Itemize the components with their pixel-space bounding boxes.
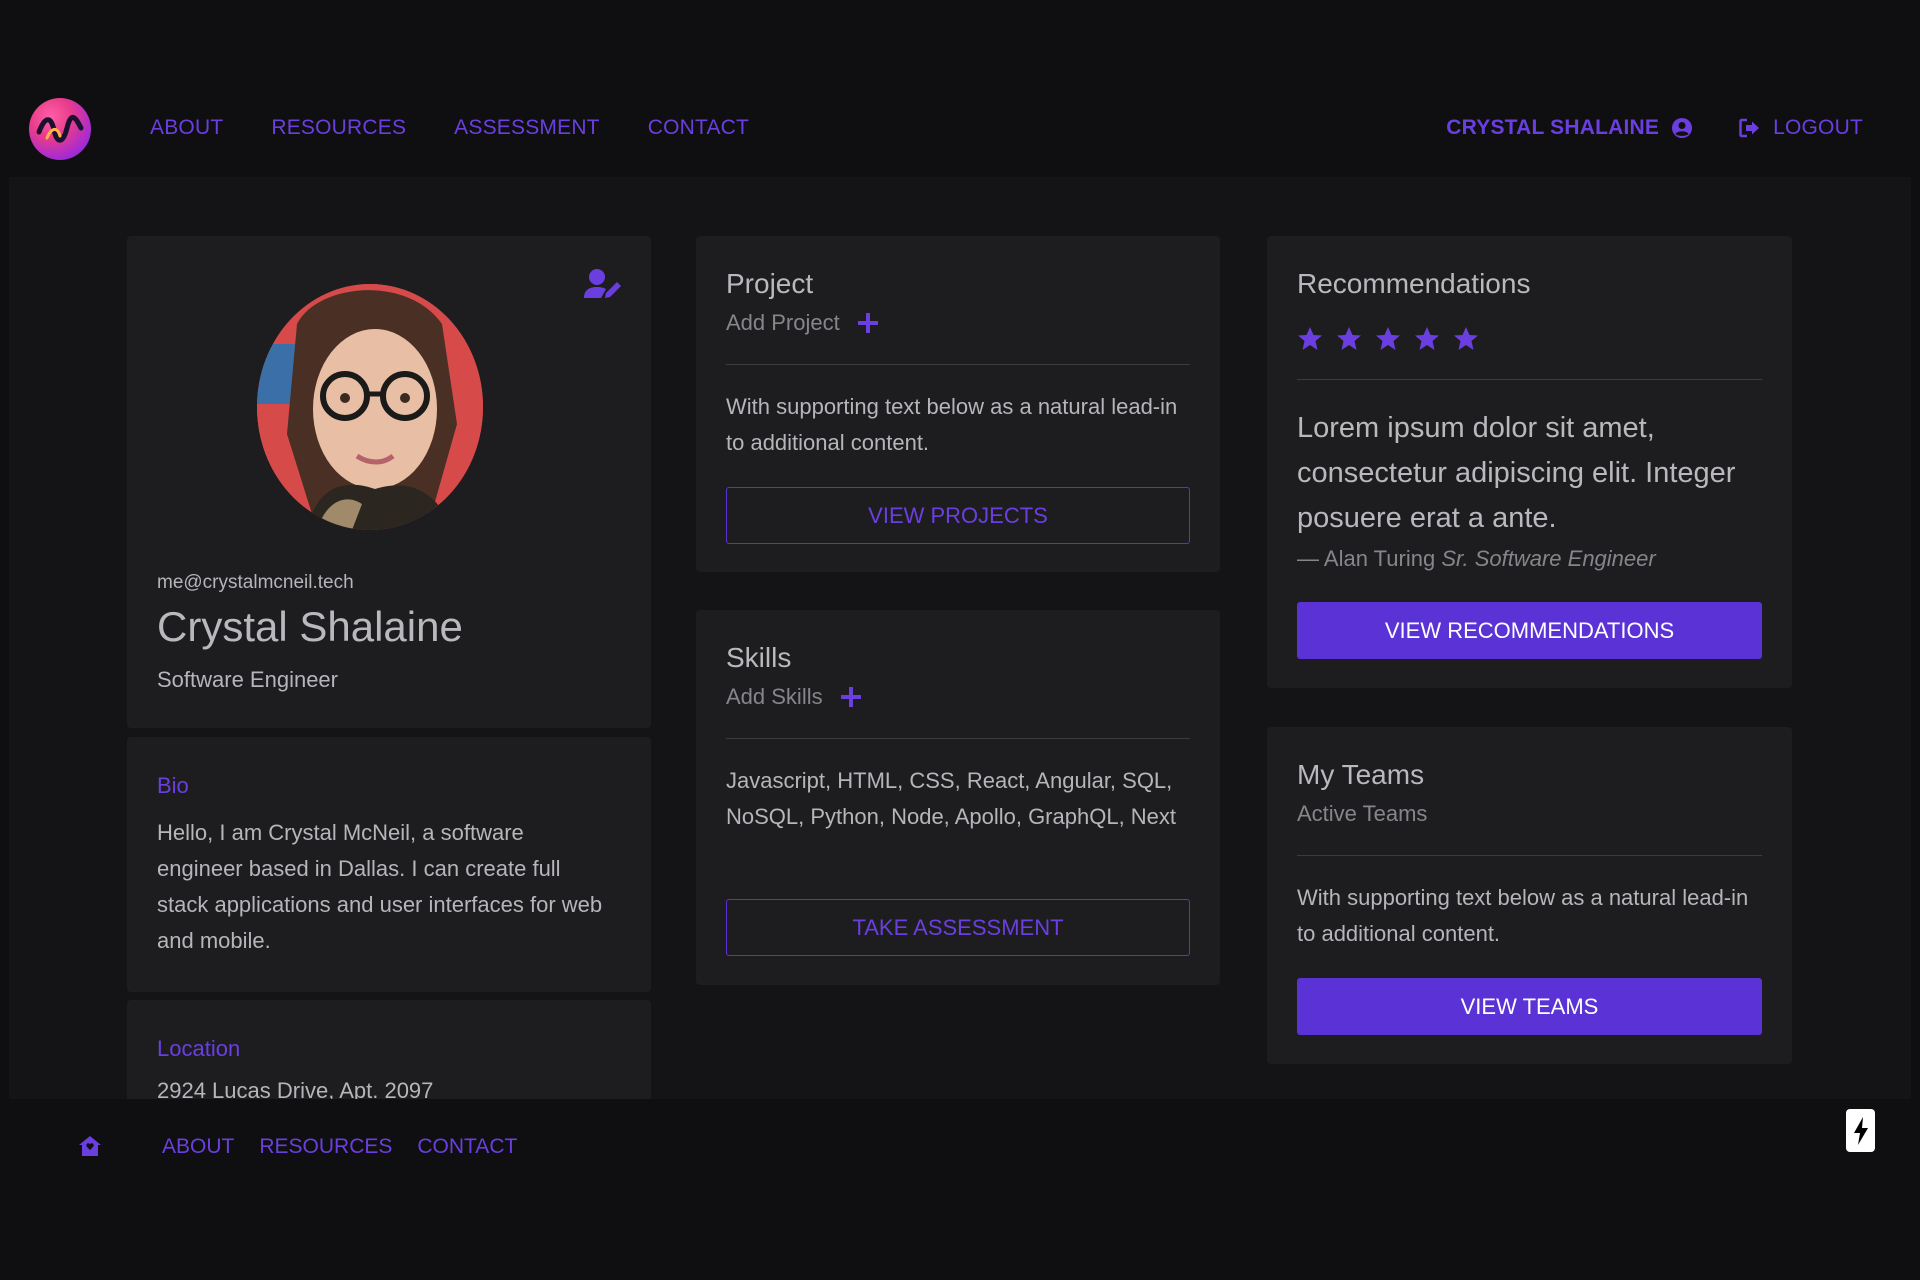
avatar [257, 284, 483, 530]
profile-role: Software Engineer [157, 667, 338, 692]
profile-email: me@crystalmcneil.tech [157, 572, 354, 593]
star-icon [1415, 327, 1439, 350]
teams-text: With supporting text below as a natural … [1297, 885, 1749, 946]
location-text: 2924 Lucas Drive, Apt. 2097 [157, 1078, 434, 1099]
take-assessment-button[interactable]: TAKE ASSESSMENT [726, 899, 1190, 956]
location-card: Location 2924 Lucas Drive, Apt. 2097 [127, 1000, 651, 1099]
project-card: Project Add Project With supporting text… [696, 236, 1220, 572]
project-title: Project [726, 268, 814, 299]
star-icon [1454, 327, 1478, 350]
footer-contact[interactable]: CONTACT [417, 1135, 517, 1159]
skills-text: Javascript, HTML, CSS, React, Angular, S… [726, 768, 1177, 829]
profile-name: Crystal Shalaine [157, 603, 463, 650]
add-skills-label: Add Skills [726, 684, 823, 709]
active-teams-label: Active Teams [1297, 801, 1428, 826]
skills-title: Skills [726, 642, 792, 673]
project-text: With supporting text below as a natural … [726, 394, 1178, 455]
teams-title: My Teams [1297, 759, 1425, 790]
teams-subtitle: Active Teams [1297, 801, 1427, 827]
plus-icon [857, 313, 878, 333]
view-teams-button[interactable]: VIEW TEAMS [1297, 978, 1762, 1035]
view-projects-button[interactable]: VIEW PROJECTS [726, 487, 1190, 544]
add-project-link[interactable]: Add Project [726, 310, 878, 336]
view-recommendations-button[interactable]: VIEW RECOMMENDATIONS [1297, 602, 1762, 659]
teams-card: My Teams Active Teams With supporting te… [1267, 727, 1792, 1064]
logo-icon[interactable] [29, 98, 91, 160]
nav-assessment[interactable]: ASSESSMENT [454, 116, 600, 140]
recommendations-card: Recommendations Lorem ipsum dolor sit am… [1267, 236, 1792, 688]
author-title: Sr. Software Engineer [1441, 546, 1656, 571]
home-icon[interactable] [78, 1135, 102, 1157]
divider [726, 364, 1190, 365]
user-name: CRYSTAL SHALAINE [1446, 116, 1660, 139]
author-name: — Alan Turing [1297, 546, 1436, 571]
location-title: Location [157, 1036, 241, 1061]
bolt-badge[interactable] [1846, 1109, 1875, 1152]
star-icon [1298, 327, 1322, 350]
recommendation-author: — Alan Turing Sr. Software Engineer [1297, 546, 1656, 572]
add-project-label: Add Project [726, 310, 840, 335]
logout-label: LOGOUT [1773, 116, 1863, 139]
main-nav: ABOUT RESOURCES ASSESSMENT CONTACT [150, 116, 749, 140]
nav-contact[interactable]: CONTACT [648, 116, 749, 140]
main-content: me@crystalmcneil.tech Crystal Shalaine S… [9, 177, 1911, 1099]
recommendations-title: Recommendations [1297, 268, 1531, 299]
footer-about[interactable]: ABOUT [162, 1135, 234, 1159]
bolt-icon [1853, 1116, 1868, 1145]
user-menu-link[interactable]: CRYSTAL SHALAINE [1446, 116, 1693, 140]
skills-card: Skills Add Skills Javascript, HTML, CSS,… [696, 610, 1220, 985]
nav-about[interactable]: ABOUT [150, 116, 223, 140]
footer-nav: ABOUT RESOURCES CONTACT [162, 1135, 517, 1159]
divider [1297, 379, 1762, 380]
footer: ABOUT RESOURCES CONTACT [0, 1099, 1920, 1179]
user-circle-icon [1672, 118, 1693, 138]
logout-icon [1739, 118, 1760, 138]
logout-link[interactable]: LOGOUT [1739, 116, 1863, 140]
user-edit-icon[interactable] [583, 268, 623, 302]
bio-text: Hello, I am Crystal McNeil, a software e… [157, 820, 603, 953]
bio-title: Bio [157, 773, 189, 798]
star-icon [1337, 327, 1361, 350]
divider [1297, 855, 1762, 856]
add-skills-link[interactable]: Add Skills [726, 684, 861, 710]
bio-card: Bio Hello, I am Crystal McNeil, a softwa… [127, 737, 651, 992]
user-nav: CRYSTAL SHALAINE LOGOUT [1446, 116, 1863, 140]
footer-resources[interactable]: RESOURCES [259, 1135, 392, 1159]
star-icon [1376, 327, 1400, 350]
recommendation-quote: Lorem ipsum dolor sit amet, consectetur … [1297, 412, 1736, 534]
divider [726, 738, 1190, 739]
profile-card: me@crystalmcneil.tech Crystal Shalaine S… [127, 236, 651, 728]
nav-resources[interactable]: RESOURCES [271, 116, 406, 140]
rating-stars [1297, 326, 1479, 351]
top-navbar: ABOUT RESOURCES ASSESSMENT CONTACT CRYST… [0, 92, 1920, 164]
plus-icon [840, 687, 861, 707]
